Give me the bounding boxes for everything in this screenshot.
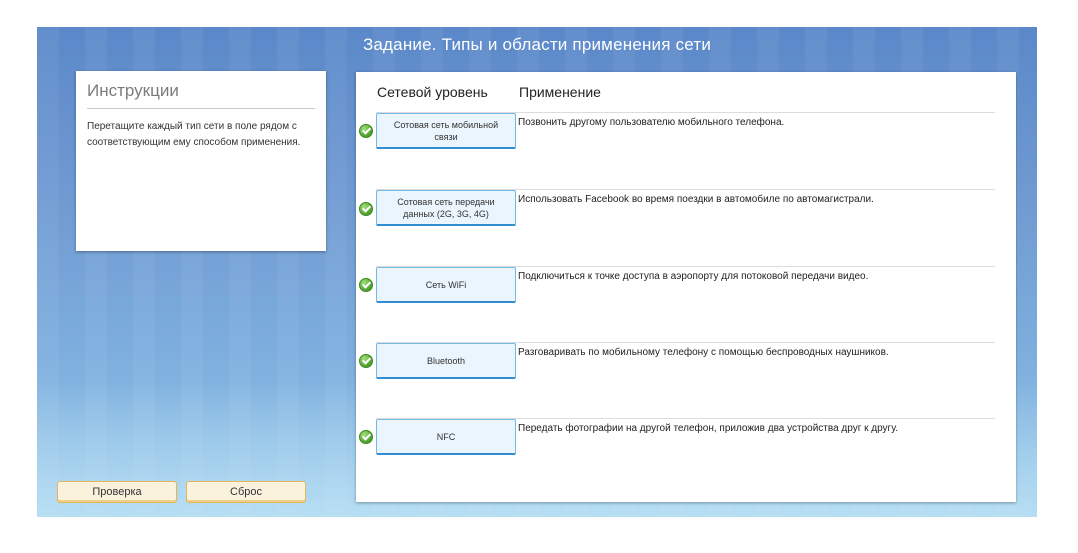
network-tile[interactable]: Сеть WiFi <box>376 267 516 303</box>
activity-title: Задание. Типы и области применения сети <box>362 35 712 54</box>
instructions-text: Перетащите каждый тип сети в поле рядом … <box>87 121 301 148</box>
match-row: Сотовая сеть передачи данных (2G, 3G, 4G… <box>356 189 1016 259</box>
application-text: Передать фотографии на другой телефон, п… <box>518 423 898 434</box>
match-row: NFC Передать фотографии на другой телефо… <box>356 418 1016 488</box>
instructions-box: Инструкции Перетащите каждый тип сети в … <box>76 71 326 251</box>
network-tile[interactable]: Bluetooth <box>376 343 516 379</box>
network-tile[interactable]: NFC <box>376 419 516 455</box>
application-text: Использовать Facebook во время поездки в… <box>518 194 874 205</box>
network-tile[interactable]: Сотовая сеть передачи данных (2G, 3G, 4G… <box>376 190 516 226</box>
correct-check-icon <box>359 354 373 368</box>
correct-check-icon <box>359 430 373 444</box>
correct-check-icon <box>359 124 373 138</box>
match-row: Сеть WiFi Подключиться к точке доступа в… <box>356 266 1016 336</box>
application-text: Позвонить другому пользователю мобильног… <box>518 117 785 128</box>
match-row: Сотовая сеть мобильной связи Позвонить д… <box>356 112 1016 182</box>
activity-stage: Задание. Типы и области применения сети … <box>37 27 1037 517</box>
correct-check-icon <box>359 278 373 292</box>
column-header-level: Сетевой уровень <box>377 84 488 100</box>
application-text: Разговаривать по мобильному телефону с п… <box>518 347 889 358</box>
check-button[interactable]: Проверка <box>57 481 177 503</box>
match-row: Bluetooth Разговаривать по мобильному те… <box>356 342 1016 412</box>
reset-button[interactable]: Сброс <box>186 481 306 503</box>
network-tile[interactable]: Сотовая сеть мобильной связи <box>376 113 516 149</box>
correct-check-icon <box>359 202 373 216</box>
instructions-heading: Инструкции <box>87 81 315 109</box>
application-text: Подключиться к точке доступа в аэропорту… <box>518 271 869 282</box>
matching-panel: Сетевой уровень Применение Сотовая сеть … <box>356 72 1016 502</box>
column-header-application: Применение <box>519 84 601 100</box>
